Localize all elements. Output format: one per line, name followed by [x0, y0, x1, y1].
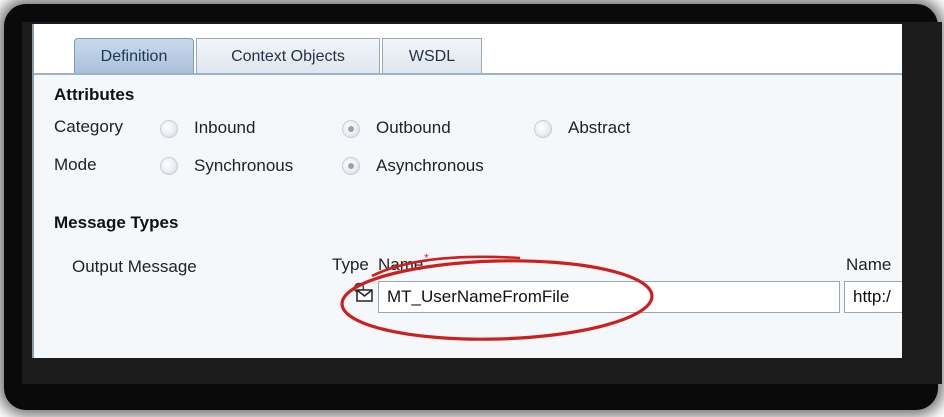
- mode-label: Mode: [54, 155, 97, 174]
- namespace-column-header: Name: [846, 255, 892, 274]
- output-message-label: Output Message: [72, 257, 197, 276]
- type-column-header: Type: [332, 255, 369, 274]
- tab-definition[interactable]: Definition: [74, 38, 194, 73]
- name-column-header: Name: [378, 255, 424, 274]
- required-marker: *: [424, 251, 429, 265]
- radio-inbound[interactable]: [160, 120, 178, 138]
- interface-editor-window: Definition Context Objects WSDL Attribut…: [32, 24, 902, 358]
- radio-synchronous[interactable]: [160, 157, 178, 175]
- tab-context-objects[interactable]: Context Objects: [196, 38, 380, 73]
- definition-panel: Attributes Category Inbound Outbound Abs…: [34, 75, 902, 358]
- radio-asynchronous-label[interactable]: Asynchronous: [376, 156, 484, 176]
- tab-wsdl[interactable]: WSDL: [382, 38, 482, 73]
- radio-outbound[interactable]: [342, 120, 360, 138]
- radio-abstract[interactable]: [534, 120, 552, 138]
- attributes-heading: Attributes: [54, 85, 135, 104]
- category-label: Category: [54, 117, 123, 136]
- tab-bar: Definition Context Objects WSDL: [34, 24, 902, 75]
- message-name-field[interactable]: MT_UserNameFromFile: [378, 281, 840, 313]
- radio-synchronous-label[interactable]: Synchronous: [194, 156, 293, 176]
- message-type-icon[interactable]: [352, 282, 374, 304]
- message-types-heading: Message Types: [54, 213, 179, 232]
- namespace-field[interactable]: http:/: [844, 281, 902, 313]
- radio-abstract-label[interactable]: Abstract: [568, 118, 630, 138]
- radio-inbound-label[interactable]: Inbound: [194, 118, 255, 138]
- radio-outbound-label[interactable]: Outbound: [376, 118, 451, 138]
- radio-asynchronous[interactable]: [342, 157, 360, 175]
